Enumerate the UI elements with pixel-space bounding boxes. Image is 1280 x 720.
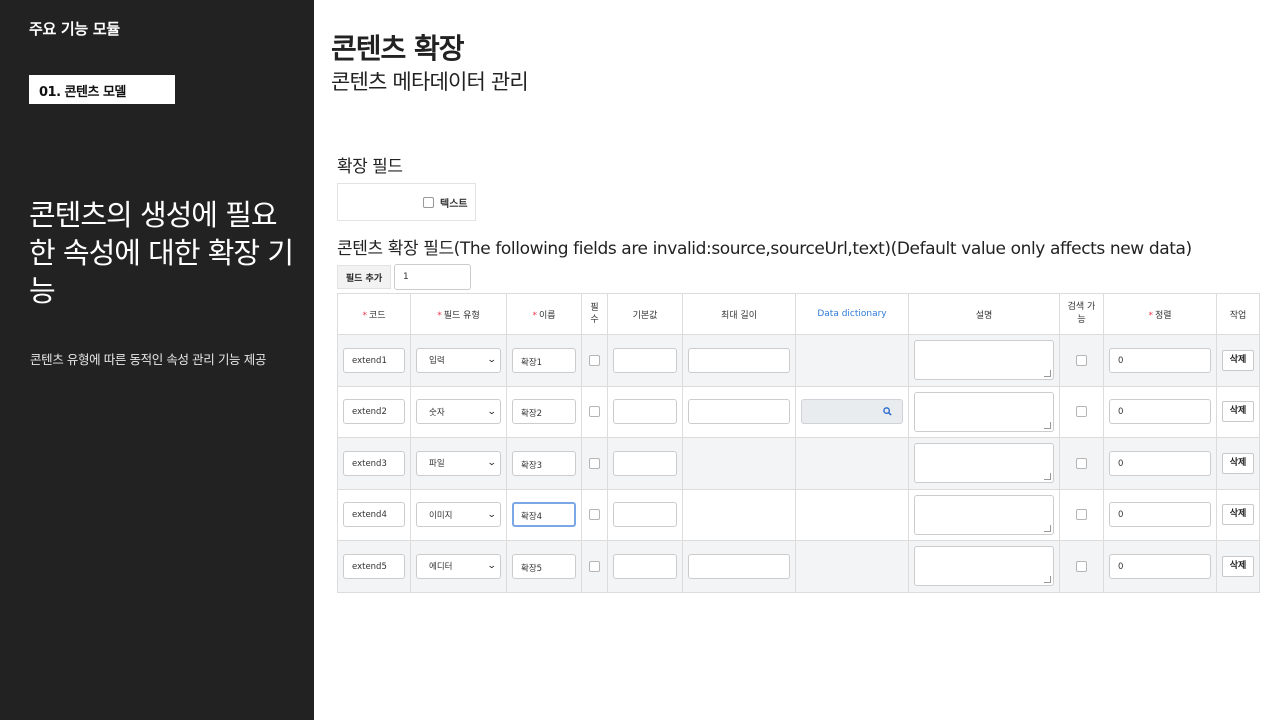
add-field-count-input[interactable]: 1: [394, 264, 471, 290]
header-default: 기본값: [607, 293, 683, 335]
max-length-cell: [682, 437, 796, 490]
header-field-type: * 필드 유형: [410, 293, 507, 335]
table-header-row: * 코드 * 필드 유형 * 이름 필수 기본값 최대 길이 Data diction…: [337, 293, 1260, 335]
required-checkbox[interactable]: [589, 560, 600, 572]
max-length-input[interactable]: [688, 553, 790, 579]
required-checkbox[interactable]: [589, 406, 600, 418]
section-title: 주요 기능 모듈: [29, 20, 120, 38]
code-input[interactable]: extend2: [343, 399, 405, 425]
table-row: extend4 이미지 ⌄ 확장4 0 삭제: [337, 488, 1260, 541]
header-searchable: 검색 가능: [1059, 293, 1104, 335]
chevron-down-icon: ⌄: [487, 561, 498, 572]
fields-section-title: 콘텐츠 확장 필드(The following fields are inval…: [337, 239, 1192, 259]
description-textarea[interactable]: [914, 340, 1054, 381]
description-textarea[interactable]: [914, 443, 1054, 484]
delete-button[interactable]: 삭제: [1222, 555, 1254, 577]
name-input[interactable]: 확장1: [512, 347, 576, 373]
extension-fields-label: 확장 필드: [337, 157, 403, 177]
chevron-down-icon: ⌄: [487, 406, 498, 417]
text-checkbox[interactable]: [423, 197, 434, 208]
description-textarea[interactable]: [914, 391, 1054, 432]
sort-input[interactable]: 0: [1109, 399, 1211, 425]
header-max-length: 최대 길이: [682, 293, 796, 335]
chevron-down-icon: ⌄: [487, 509, 498, 520]
default-value-input[interactable]: [613, 502, 677, 528]
header-description: 설명: [908, 293, 1060, 335]
data-dictionary-cell: [795, 334, 909, 387]
delete-button[interactable]: 삭제: [1222, 452, 1254, 474]
search-icon: [883, 407, 892, 416]
name-input[interactable]: 확장3: [512, 450, 576, 476]
field-type-select[interactable]: 파일 ⌄: [416, 450, 501, 476]
name-input[interactable]: 확장2: [512, 399, 576, 425]
header-sort: * 정렬: [1103, 293, 1217, 335]
header-data-dictionary: Data dictionary: [795, 293, 909, 335]
searchable-checkbox[interactable]: [1076, 406, 1087, 418]
field-type-select[interactable]: 입력 ⌄: [416, 347, 501, 373]
field-type-select[interactable]: 에디터 ⌄: [416, 553, 501, 579]
searchable-checkbox[interactable]: [1076, 560, 1087, 572]
searchable-checkbox[interactable]: [1076, 354, 1087, 366]
searchable-checkbox[interactable]: [1076, 457, 1087, 469]
headline: 콘텐츠의 생성에 필요한 속성에 대한 확장 기능: [29, 198, 294, 308]
sort-input[interactable]: 0: [1109, 502, 1211, 528]
delete-button[interactable]: 삭제: [1222, 504, 1254, 526]
table-row: extend5 에디터 ⌄ 확장5 0 삭제: [337, 540, 1260, 593]
default-value-input[interactable]: [613, 399, 677, 425]
default-value-input[interactable]: [613, 347, 677, 373]
max-length-input[interactable]: [688, 347, 790, 373]
table-row: extend3 파일 ⌄ 확장3 0 삭제: [337, 437, 1260, 490]
extension-fields-box: 텍스트: [337, 183, 476, 221]
code-input[interactable]: extend4: [343, 502, 405, 528]
header-code: * 코드: [337, 293, 411, 335]
module-description: 콘텐츠 유형에 따른 동적인 속성 관리 기능 제공: [30, 352, 266, 367]
required-mark: *: [1148, 310, 1153, 321]
page-title: 콘텐츠 확장: [331, 32, 465, 65]
description-textarea[interactable]: [914, 546, 1054, 587]
field-type-select[interactable]: 이미지 ⌄: [416, 502, 501, 528]
code-input[interactable]: extend5: [343, 553, 405, 579]
field-type-select[interactable]: 숫자 ⌄: [416, 399, 501, 425]
required-mark: *: [362, 310, 367, 321]
data-dictionary-cell: [795, 488, 909, 541]
chevron-down-icon: ⌄: [487, 458, 498, 469]
searchable-checkbox[interactable]: [1076, 509, 1087, 521]
default-value-input[interactable]: [613, 450, 677, 476]
chevron-down-icon: ⌄: [487, 355, 498, 366]
default-value-input[interactable]: [613, 553, 677, 579]
text-checkbox-label: 텍스트: [440, 199, 468, 210]
max-length-input[interactable]: [688, 399, 790, 425]
sort-input[interactable]: 0: [1109, 450, 1211, 476]
required-checkbox[interactable]: [589, 457, 600, 469]
delete-button[interactable]: 삭제: [1222, 401, 1254, 423]
data-dictionary-lookup[interactable]: [801, 399, 903, 425]
name-input[interactable]: 확장4: [512, 502, 576, 528]
table-row: extend1 입력 ⌄ 확장1 0 삭제: [337, 334, 1260, 387]
data-dictionary-cell: [795, 437, 909, 490]
sort-input[interactable]: 0: [1109, 347, 1211, 373]
name-input[interactable]: 확장5: [512, 553, 576, 579]
sort-input[interactable]: 0: [1109, 553, 1211, 579]
data-dictionary-cell: [795, 540, 909, 593]
header-name: * 이름: [506, 293, 582, 335]
add-field-button[interactable]: 필드 추가: [337, 265, 391, 289]
delete-button[interactable]: 삭제: [1222, 349, 1254, 371]
required-mark: *: [532, 310, 537, 321]
module-badge: 01. 콘텐츠 모델: [29, 75, 175, 104]
required-checkbox[interactable]: [589, 509, 600, 521]
table-row: extend2 숫자 ⌄ 확장2 0 삭제: [337, 385, 1260, 438]
left-panel: 주요 기능 모듈 01. 콘텐츠 모델 콘텐츠의 생성에 필요한 속성에 대한 …: [0, 0, 314, 720]
header-action: 작업: [1216, 293, 1260, 335]
required-checkbox[interactable]: [589, 354, 600, 366]
max-length-cell: [682, 488, 796, 541]
page-subtitle: 콘텐츠 메타데이터 관리: [331, 70, 529, 94]
extension-fields-table: * 코드 * 필드 유형 * 이름 필수 기본값 최대 길이 Data diction…: [337, 293, 1260, 593]
code-input[interactable]: extend3: [343, 450, 405, 476]
header-required: 필수: [581, 293, 608, 335]
code-input[interactable]: extend1: [343, 347, 405, 373]
required-mark: *: [437, 310, 442, 321]
description-textarea[interactable]: [914, 494, 1054, 535]
